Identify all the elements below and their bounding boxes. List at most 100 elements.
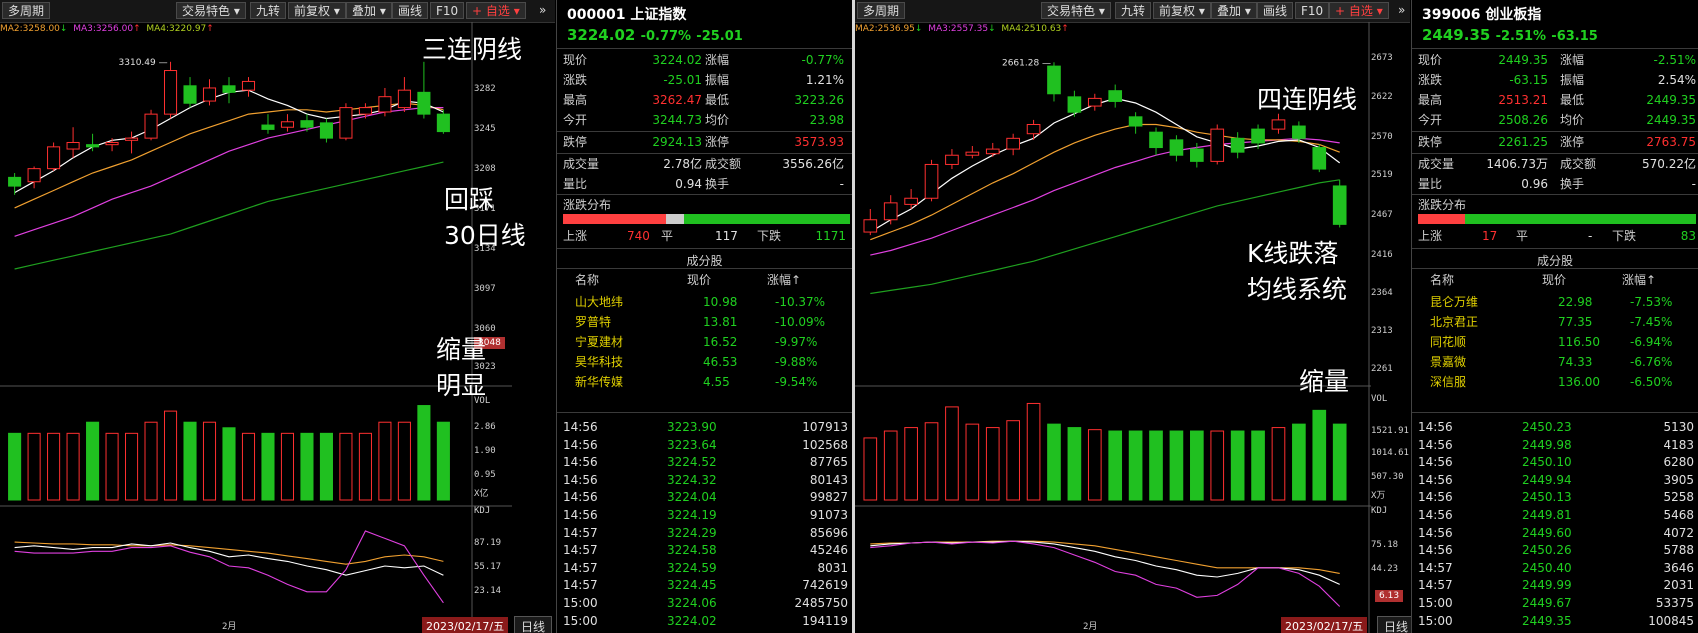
tick-price: 2450.10 <box>1522 455 1572 470</box>
quote-label: 最高 <box>1418 93 1443 107</box>
candle[interactable] <box>261 114 275 134</box>
volume-bar <box>378 421 392 501</box>
tick-price: 2449.98 <box>1522 437 1572 452</box>
candle[interactable] <box>1169 135 1184 162</box>
candle[interactable] <box>1271 113 1286 134</box>
tick-row: 14:57 3224.45 742619 <box>557 576 852 595</box>
daily-tab[interactable]: 日线 <box>1377 616 1416 633</box>
quote-value: 1406.73万 <box>1486 157 1548 171</box>
volume-bar <box>863 437 878 501</box>
candle[interactable] <box>417 61 431 119</box>
volume-bar <box>883 430 898 501</box>
col-price: 现价 <box>687 273 712 287</box>
candle-body <box>924 163 939 199</box>
tick-price: 2450.13 <box>1522 490 1572 505</box>
component-row[interactable]: 罗普特 13.81 -10.09% <box>557 312 852 332</box>
tick-row: 14:56 2449.94 3905 <box>1412 471 1698 490</box>
candle[interactable] <box>945 149 959 170</box>
candle[interactable] <box>1149 127 1163 156</box>
candle-body <box>1169 139 1184 156</box>
kdj-d-line <box>870 540 1340 574</box>
quote-value: -0.77% <box>801 53 844 67</box>
candle[interactable] <box>1006 133 1020 156</box>
candle[interactable] <box>1108 84 1123 108</box>
dist-down-segment <box>1465 214 1696 224</box>
quote-label: 今开 <box>1418 113 1443 127</box>
candle[interactable] <box>358 103 372 119</box>
candle[interactable] <box>144 109 158 141</box>
component-change: -7.53% <box>1630 295 1673 309</box>
component-row[interactable]: 昊华科技 46.53 -9.88% <box>557 352 852 372</box>
kline-chart[interactable]: 3310.49 — <box>0 0 512 633</box>
candle[interactable] <box>339 103 353 141</box>
candle[interactable] <box>202 79 217 106</box>
candle[interactable] <box>965 146 980 159</box>
candle[interactable] <box>319 118 333 143</box>
annotation-text: 四连阴线 <box>1257 85 1358 114</box>
candle[interactable] <box>241 77 256 97</box>
candle[interactable] <box>436 109 450 134</box>
candle[interactable] <box>8 173 22 195</box>
index-pct: -2.51% <box>1495 29 1547 44</box>
candle[interactable] <box>1087 93 1102 111</box>
quote-value: 0.94 <box>675 177 702 191</box>
candle[interactable] <box>397 77 411 112</box>
candle[interactable] <box>280 114 295 132</box>
tick-row: 14:57 3224.59 8031 <box>557 559 852 578</box>
dist-bar <box>1418 214 1696 224</box>
price-tick: 3282 <box>474 84 496 94</box>
candle[interactable] <box>27 166 41 189</box>
volume-bar <box>339 432 353 501</box>
candle[interactable] <box>378 87 392 117</box>
tick-row: 14:56 2449.60 4072 <box>1412 524 1698 543</box>
component-row[interactable]: 景嘉微 74.33 -6.76% <box>1412 352 1698 372</box>
candle[interactable] <box>163 61 178 119</box>
candle[interactable] <box>924 159 939 202</box>
component-row[interactable]: 同花顺 116.50 -6.94% <box>1412 332 1698 352</box>
volume-bar <box>1026 402 1041 501</box>
candle[interactable] <box>222 77 236 104</box>
tick-row: 14:56 3224.32 80143 <box>557 471 852 490</box>
component-row[interactable]: 山大地纬 10.98 -10.37% <box>557 292 852 312</box>
price-tick: 2364 <box>1371 288 1393 298</box>
candle[interactable] <box>985 142 1000 157</box>
candle-body <box>8 176 22 187</box>
component-row[interactable]: 宁夏建材 16.52 -9.97% <box>557 332 852 352</box>
candle[interactable] <box>883 195 898 225</box>
quote-value: 2449.35 <box>1646 93 1696 107</box>
col-change[interactable]: 涨幅↑ <box>1622 270 1656 290</box>
component-row[interactable]: 昆仑万维 22.98 -7.53% <box>1412 292 1698 312</box>
component-row[interactable]: 北京君正 77.35 -7.45% <box>1412 312 1698 332</box>
volume-bar <box>985 427 1000 501</box>
component-name: 同花顺 <box>1430 335 1467 349</box>
component-row[interactable]: 深信服 136.00 -6.50% <box>1412 372 1698 392</box>
volume-bar <box>924 422 939 501</box>
candle[interactable] <box>1230 132 1245 159</box>
candle[interactable] <box>1026 119 1041 140</box>
tick-price: 3224.52 <box>667 455 717 470</box>
candle[interactable] <box>47 142 61 171</box>
daily-tab[interactable]: 日线 <box>514 616 553 633</box>
candle-body <box>300 120 314 128</box>
candle[interactable] <box>863 209 878 236</box>
candle[interactable] <box>1128 112 1143 134</box>
candle[interactable] <box>183 77 197 108</box>
vol-tick: 0.95 <box>474 470 496 480</box>
candle[interactable] <box>1312 144 1327 173</box>
candle[interactable] <box>1210 124 1225 165</box>
candle[interactable] <box>66 127 80 158</box>
dist-flat-label: 平 <box>661 229 674 243</box>
quote-value: 2261.25 <box>1498 135 1548 149</box>
component-row[interactable]: 新华传媒 4.55 -9.54% <box>557 372 852 392</box>
quote-value: 3224.02 <box>652 53 702 67</box>
candle-body <box>1190 148 1204 162</box>
candle[interactable] <box>1332 179 1347 228</box>
candle[interactable] <box>1067 90 1082 117</box>
quote-label: 成交量 <box>1418 157 1455 171</box>
more-icon[interactable]: » <box>534 2 551 19</box>
candle[interactable] <box>125 131 139 154</box>
candle-body <box>144 113 158 139</box>
volume-bar <box>1190 430 1204 501</box>
index-pct: -0.77% <box>640 29 692 44</box>
col-change[interactable]: 涨幅↑ <box>767 270 801 290</box>
